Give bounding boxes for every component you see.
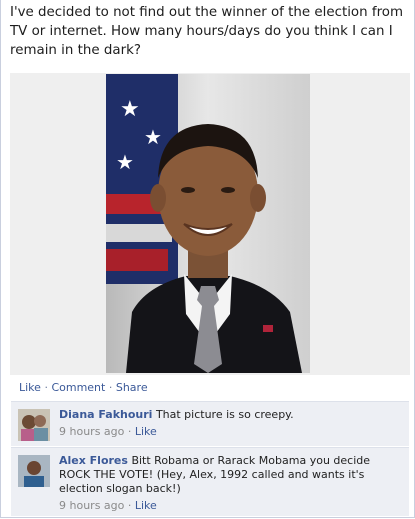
avatar[interactable] <box>18 455 50 487</box>
svg-text:★: ★ <box>116 150 134 174</box>
comment-text: That picture is so creepy. <box>155 408 294 421</box>
comment-content: Diana Fakhouri That picture is so creepy… <box>59 408 399 439</box>
comment-item: Diana Fakhouri That picture is so creepy… <box>11 401 409 446</box>
comment-time[interactable]: 9 hours ago <box>59 425 124 438</box>
comment-content: Alex Flores Bitt Robama or Rarack Mobama… <box>59 454 399 513</box>
comment-like-link[interactable]: Like <box>135 425 157 438</box>
comment-time[interactable]: 9 hours ago <box>59 499 124 512</box>
post-text: I've decided to not find out the winner … <box>10 5 404 58</box>
comment-author[interactable]: Diana Fakhouri <box>59 408 152 421</box>
comment-meta: 9 hours ago · Like <box>59 499 399 513</box>
post-container: I've decided to not find out the winner … <box>0 0 415 518</box>
post-actions: Like · Comment · Share <box>19 381 148 394</box>
svg-text:★: ★ <box>144 125 162 149</box>
separator: · <box>127 425 132 438</box>
svg-text:★: ★ <box>120 97 140 122</box>
separator: · <box>44 381 48 394</box>
comment-meta: 9 hours ago · Like <box>59 425 399 439</box>
share-link[interactable]: Share <box>116 381 148 394</box>
like-link[interactable]: Like <box>19 381 41 394</box>
comment-item: Alex Flores Bitt Robama or Rarack Mobama… <box>11 447 409 516</box>
comment-link[interactable]: Comment <box>51 381 105 394</box>
photo-area: ★ ★ ★ <box>10 73 410 375</box>
separator: · <box>127 499 132 512</box>
separator: · <box>108 381 113 394</box>
avatar[interactable] <box>18 409 50 441</box>
comment-like-link[interactable]: Like <box>135 499 157 512</box>
comment-author[interactable]: Alex Flores <box>59 454 128 467</box>
post-photo[interactable]: ★ ★ ★ <box>106 74 310 373</box>
